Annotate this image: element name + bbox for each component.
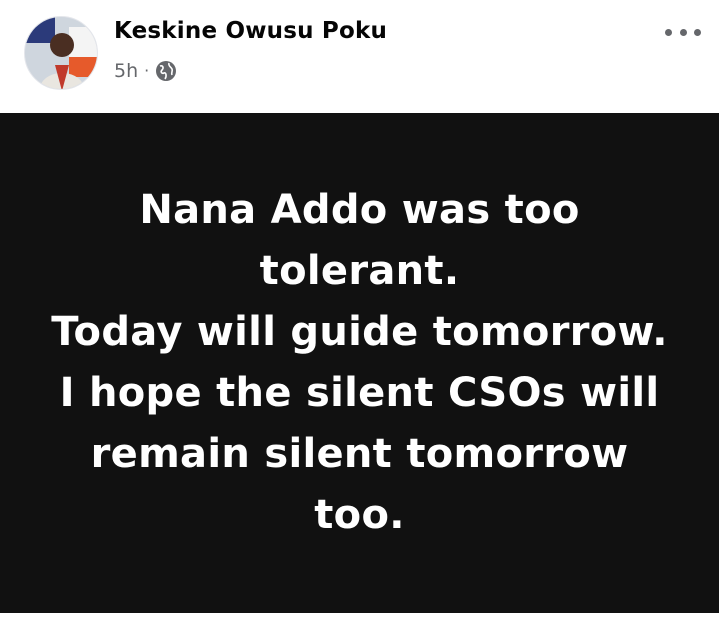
post-text-line: Today will guide tomorrow. <box>51 309 668 355</box>
meta-separator: · <box>144 61 150 80</box>
author-name[interactable]: Keskine Owusu Poku <box>114 18 387 44</box>
text-card[interactable]: Nana Addo was too tolerant. Today will g… <box>0 113 719 613</box>
facebook-post: Keskine Owusu Poku 5h · Nana Addo was to… <box>0 0 719 618</box>
post-header: Keskine Owusu Poku 5h · <box>0 0 719 113</box>
post-text-line: I hope the silent CSOs will <box>59 370 660 416</box>
more-dot <box>679 28 687 36</box>
post-footer-strip <box>0 613 719 618</box>
author-avatar[interactable] <box>24 16 98 90</box>
post-text-line: remain silent tomorrow <box>90 431 629 477</box>
post-text-line: tolerant. <box>259 248 460 294</box>
globe-icon[interactable] <box>155 60 177 82</box>
post-text-line: Nana Addo was too <box>139 187 580 233</box>
avatar-image <box>25 17 97 89</box>
more-dot <box>694 28 701 36</box>
post-time[interactable]: 5h <box>114 60 138 82</box>
post-meta: 5h · <box>114 60 177 82</box>
more-options-icon[interactable] <box>665 20 701 44</box>
more-dot <box>665 28 672 36</box>
post-text: Nana Addo was too tolerant. Today will g… <box>50 180 670 546</box>
post-text-line: too. <box>314 492 405 538</box>
